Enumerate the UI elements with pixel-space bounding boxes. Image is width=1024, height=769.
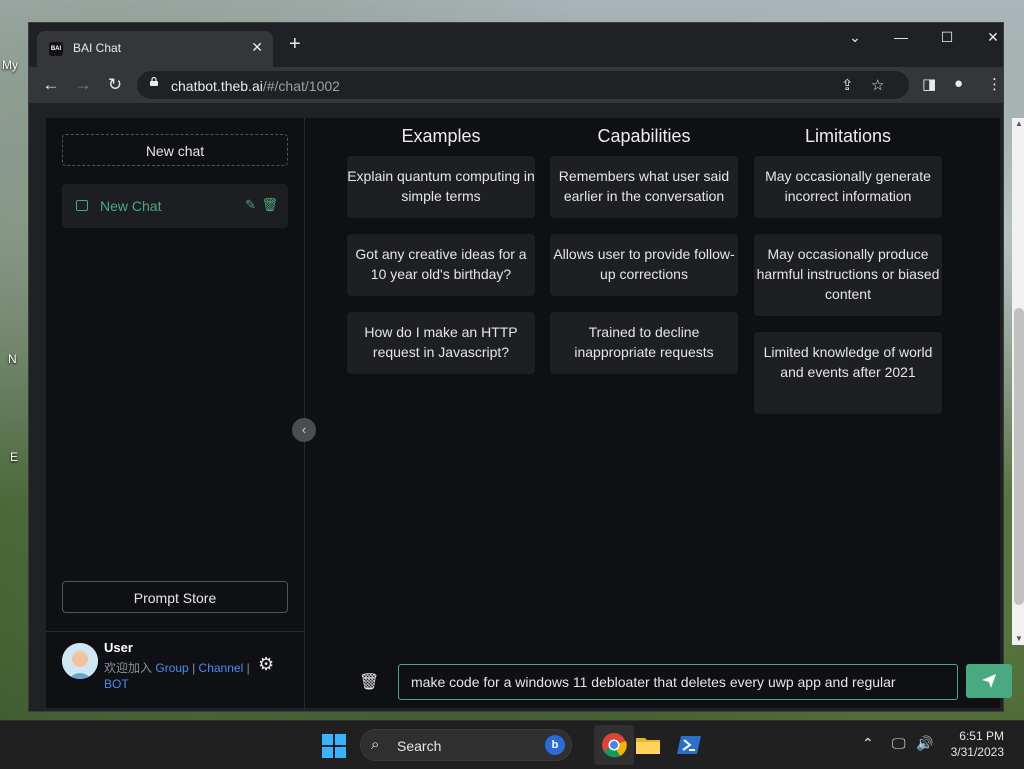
channel-link[interactable]: Channel [199, 661, 244, 675]
example-card[interactable]: Got any creative ideas for a 10 year old… [347, 234, 535, 296]
user-name: User [104, 640, 133, 655]
send-icon [982, 673, 996, 688]
chrome-icon[interactable] [600, 731, 628, 759]
column-heading-limitations: Limitations [804, 126, 892, 146]
show-hidden-icons-chevron-icon[interactable]: ⌃ [862, 735, 874, 752]
chat-main: Examples Explain quantum computing in si… [305, 118, 1000, 708]
community-links: 欢迎加入 Group | Channel | BOT [104, 661, 250, 691]
address-bar[interactable]: chatbot.theb.ai/#/chat/1002 ⇪ ☆ [137, 71, 909, 99]
send-button[interactable] [966, 664, 1012, 698]
limitation-card: May occasionally produce harmful instruc… [754, 234, 942, 316]
close-window-button[interactable]: ✕ [983, 29, 1003, 46]
network-icon[interactable]: 🖵 [892, 735, 906, 752]
back-arrow-icon[interactable]: ← [41, 75, 61, 95]
browser-toolbar: ← → ↻ chatbot.theb.ai/#/chat/1002 ⇪ ☆ ◨ … [29, 67, 1003, 103]
scroll-up-icon[interactable]: ▲ [1012, 118, 1024, 130]
side-panel-icon[interactable]: ◨ [922, 75, 936, 93]
lock-icon [150, 77, 158, 86]
star-icon[interactable]: ☆ [871, 76, 884, 94]
web-page: New chat New Chat ✎ 🗑 Prompt Store User [46, 118, 1024, 708]
avatar [62, 643, 98, 679]
scroll-down-icon[interactable]: ▼ [1012, 633, 1024, 645]
search-icon: ⌕ [371, 736, 380, 753]
example-card[interactable]: Explain quantum computing in simple term… [347, 156, 535, 218]
close-tab-icon[interactable]: ✕ [251, 39, 263, 56]
edit-icon[interactable]: ✎ [245, 197, 256, 213]
collapse-sidebar-chevron-icon[interactable]: ‹ [292, 418, 316, 442]
group-link[interactable]: Group [155, 661, 188, 675]
url-text: chatbot.theb.ai/#/chat/1002 [171, 78, 340, 94]
desktop-icon-label[interactable]: E [10, 450, 18, 464]
menu-kebab-icon[interactable]: ⋮ [987, 75, 1002, 93]
column-heading-examples: Examples [401, 126, 481, 146]
powershell-icon[interactable] [676, 731, 704, 759]
capability-card: Allows user to provide follow-up correct… [550, 234, 738, 296]
scrollbar-thumb[interactable] [1014, 308, 1024, 605]
forward-arrow-icon[interactable]: → [73, 75, 93, 95]
maximize-button[interactable]: ☐ [937, 29, 957, 46]
column-heading-capabilities: Capabilities [597, 126, 691, 146]
clear-chat-trash-icon[interactable]: 🗑 [359, 672, 379, 692]
page-scrollbar[interactable]: ▲ ▼ [1012, 118, 1024, 645]
desktop-icon-label[interactable]: My [2, 58, 18, 72]
user-panel: User 欢迎加入 Group | Channel | BOT ⚙ [46, 631, 304, 709]
bot-link[interactable]: BOT [104, 677, 129, 691]
new-chat-button[interactable]: New chat [62, 134, 288, 166]
example-card[interactable]: How do I make an HTTP request in Javascr… [347, 312, 535, 374]
share-icon[interactable]: ⇪ [841, 76, 854, 94]
chat-input[interactable]: make code for a windows 11 debloater tha… [398, 664, 958, 700]
settings-gear-icon[interactable]: ⚙ [258, 654, 274, 675]
taskbar-clock[interactable]: 6:51 PM 3/31/2023 [948, 728, 1004, 760]
tab-bar: BAI BAI Chat ✕ + ⌄ — ☐ ✕ [29, 23, 1003, 67]
delete-chat-icon[interactable]: 🗑 [261, 197, 278, 213]
new-tab-button[interactable]: + [289, 33, 301, 55]
browser-tab[interactable]: BAI BAI Chat ✕ [37, 31, 273, 67]
tab-search-chevron-icon[interactable]: ⌄ [845, 29, 865, 46]
prompt-store-button[interactable]: Prompt Store [62, 581, 288, 613]
tab-title: BAI Chat [73, 41, 122, 55]
capability-card: Remembers what user said earlier in the … [550, 156, 738, 218]
limitation-card: May occasionally generate incorrect info… [754, 156, 942, 218]
chat-list-item[interactable]: New Chat ✎ 🗑 [62, 184, 288, 228]
minimize-button[interactable]: — [891, 29, 911, 45]
file-explorer-icon[interactable] [634, 731, 662, 759]
start-windows-icon[interactable] [322, 734, 346, 758]
chat-bubble-icon [76, 200, 88, 211]
chat-sidebar: New chat New Chat ✎ 🗑 Prompt Store User [46, 118, 305, 708]
bing-icon[interactable]: b [545, 735, 565, 755]
reload-icon[interactable]: ↻ [105, 75, 125, 95]
desktop-icon-label[interactable]: N [8, 352, 17, 366]
profile-icon[interactable]: ● [954, 75, 963, 92]
taskbar-search[interactable]: ⌕ Search b [360, 729, 572, 761]
chat-item-label: New Chat [100, 198, 162, 214]
volume-icon[interactable]: 🔊 [916, 735, 933, 752]
favicon-icon: BAI [49, 42, 63, 56]
limitation-card: Limited knowledge of world and events af… [754, 332, 942, 414]
browser-window: BAI BAI Chat ✕ + ⌄ — ☐ ✕ ← → ↻ chatbot.t… [28, 22, 1024, 712]
windows-taskbar: ⌕ Search b ⌃ 🖵 🔊 6:51 PM 3/31/2023 [0, 720, 1024, 769]
search-label: Search [397, 738, 442, 754]
capability-card: Trained to decline inappropriate request… [550, 312, 738, 374]
